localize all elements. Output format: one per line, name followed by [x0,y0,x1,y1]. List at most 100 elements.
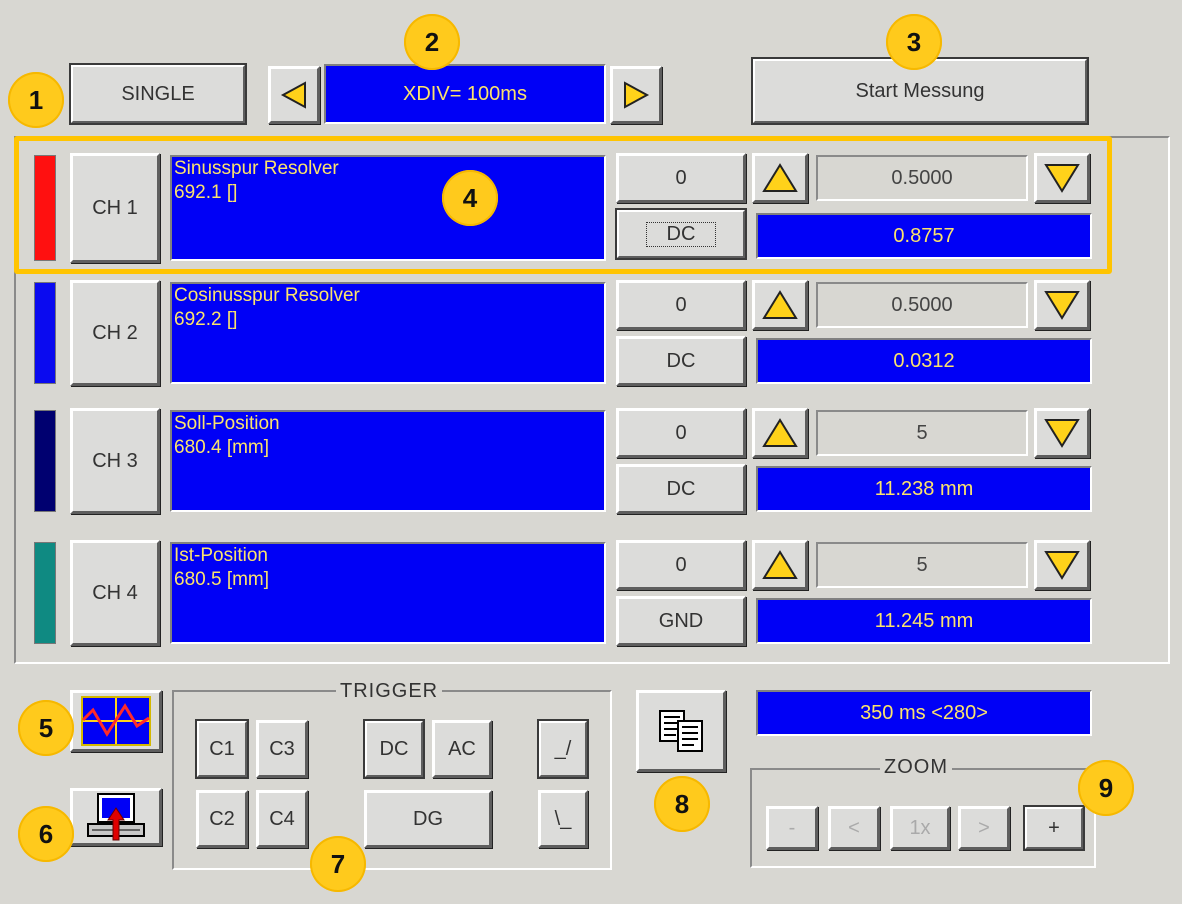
channel-3-offset-label: 0 [675,421,687,444]
zoom-left-button[interactable]: < [828,806,880,850]
triangle-down-icon [1044,419,1080,448]
channel-2-scale-value: 0.5000 [891,293,953,316]
channel-4-scale-up-button[interactable] [752,540,808,590]
channel-4-offset-label: 0 [675,553,687,576]
channel-2-id: 692.2 [] [174,309,238,330]
callout-4-number: 4 [462,182,478,213]
copy-documents-icon [659,710,703,752]
callout-3-number: 3 [906,26,922,57]
channel-2-value-display: 0.0312 [756,338,1092,384]
zoom-right-button[interactable]: > [958,806,1010,850]
callout-badge-3: 3 [886,14,942,70]
time-display: 350 ms <280> [756,690,1092,736]
trigger-title: TRIGGER [336,680,443,703]
channel-4-scale-value: 5 [916,553,928,576]
channel-2-offset-button[interactable]: 0 [616,280,746,330]
callout-8-number: 8 [674,788,690,819]
single-mode-button[interactable]: SINGLE [69,63,247,125]
channel-2-scale-down-button[interactable] [1034,280,1090,330]
channel-3-id: 680.4 [mm] [174,437,270,458]
trigger-falling-edge-label: \_ [554,807,572,830]
trigger-dg-label: DG [413,807,443,830]
trigger-dg-button[interactable]: DG [364,790,492,848]
callout-1-number: 1 [28,84,44,115]
trigger-c4-label: C4 [269,807,295,830]
zoom-plus-label: + [1048,816,1060,839]
start-measurement-label: Start Messung [855,79,985,102]
upload-to-pc-button[interactable] [70,788,162,846]
oscilloscope-icon [81,696,151,746]
trigger-rising-edge-button[interactable]: _/ [537,719,589,779]
channel-2-coupling-label: DC [666,349,696,372]
zoom-right-label: > [978,816,990,839]
trigger-c4-button[interactable]: C4 [256,790,308,848]
trigger-c2-label: C2 [209,807,235,830]
trigger-c2-button[interactable]: C2 [196,790,248,848]
zoom-title: ZOOM [880,756,952,779]
single-mode-label: SINGLE [121,82,195,105]
zoom-1x-button[interactable]: 1x [890,806,950,850]
channel-3-scale-value: 5 [916,421,928,444]
channel-1-highlight-frame [14,136,1112,274]
channel-4-value-display: 11.245 mm [756,598,1092,644]
channel-3-coupling-button[interactable]: DC [616,464,746,514]
channel-4-name: Ist-Position [174,545,268,566]
xdiv-decrease-button[interactable] [268,66,320,124]
callout-badge-9: 9 [1078,760,1134,816]
callout-2-number: 2 [424,26,440,57]
channel-3-name: Soll-Position [174,413,280,434]
trigger-rising-edge-label: _/ [554,737,572,760]
channel-2-button-label: CH 2 [92,321,138,344]
zoom-minus-label: - [788,816,796,839]
copy-button[interactable] [636,690,726,772]
zoom-1x-label: 1x [909,816,931,839]
zoom-minus-button[interactable]: - [766,806,818,850]
channel-3-button[interactable]: CH 3 [70,408,160,514]
channel-2-offset-label: 0 [675,293,687,316]
trigger-dc-button[interactable]: DC [363,719,425,779]
triangle-down-icon [1044,291,1080,320]
trigger-ac-button[interactable]: AC [432,720,492,778]
channel-3-scale-field: 5 [816,410,1028,456]
channel-2-coupling-button[interactable]: DC [616,336,746,386]
callout-7-number: 7 [330,848,346,879]
channel-3-scale-down-button[interactable] [1034,408,1090,458]
channel-2-name: Cosinusspur Resolver [174,285,360,306]
channel-4-color-swatch [34,542,56,644]
xdiv-display: XDIV= 100ms [324,64,606,124]
channel-3-value: 11.238 mm [874,477,974,500]
triangle-down-icon [1044,551,1080,580]
trigger-c3-button[interactable]: C3 [256,720,308,778]
trigger-c1-button[interactable]: C1 [195,719,249,779]
channel-3-color-swatch [34,410,56,512]
trigger-ac-label: AC [448,737,476,760]
channel-4-scale-down-button[interactable] [1034,540,1090,590]
callout-badge-8: 8 [654,776,710,832]
zoom-plus-button[interactable]: + [1023,805,1085,851]
callout-badge-6: 6 [18,806,74,862]
xdiv-increase-button[interactable] [610,66,662,124]
callout-badge-7: 7 [310,836,366,892]
channel-4-offset-button[interactable]: 0 [616,540,746,590]
time-display-value: 350 ms <280> [860,701,988,724]
channel-3-value-display: 11.238 mm [756,466,1092,512]
channel-3-button-label: CH 3 [92,449,138,472]
callout-badge-1: 1 [8,72,64,128]
trigger-falling-edge-button[interactable]: \_ [538,790,588,848]
triangle-up-icon [762,550,798,579]
channel-4-id: 680.5 [mm] [174,569,270,590]
channel-2-description: Cosinusspur Resolver 692.2 [] [170,282,606,384]
channel-4-coupling-button[interactable]: GND [616,596,746,646]
channel-3-scale-up-button[interactable] [752,408,808,458]
xdiv-value: XDIV= 100ms [403,82,527,105]
channel-2-scale-up-button[interactable] [752,280,808,330]
channel-4-button[interactable]: CH 4 [70,540,160,646]
callout-5-number: 5 [38,712,54,743]
callout-badge-5: 5 [18,700,74,756]
scope-view-button[interactable] [70,690,162,752]
channel-4-coupling-label: GND [658,609,704,632]
channel-2-button[interactable]: CH 2 [70,280,160,386]
channel-3-offset-button[interactable]: 0 [616,408,746,458]
channel-2-scale-field: 0.5000 [816,282,1028,328]
triangle-left-icon [280,81,306,109]
